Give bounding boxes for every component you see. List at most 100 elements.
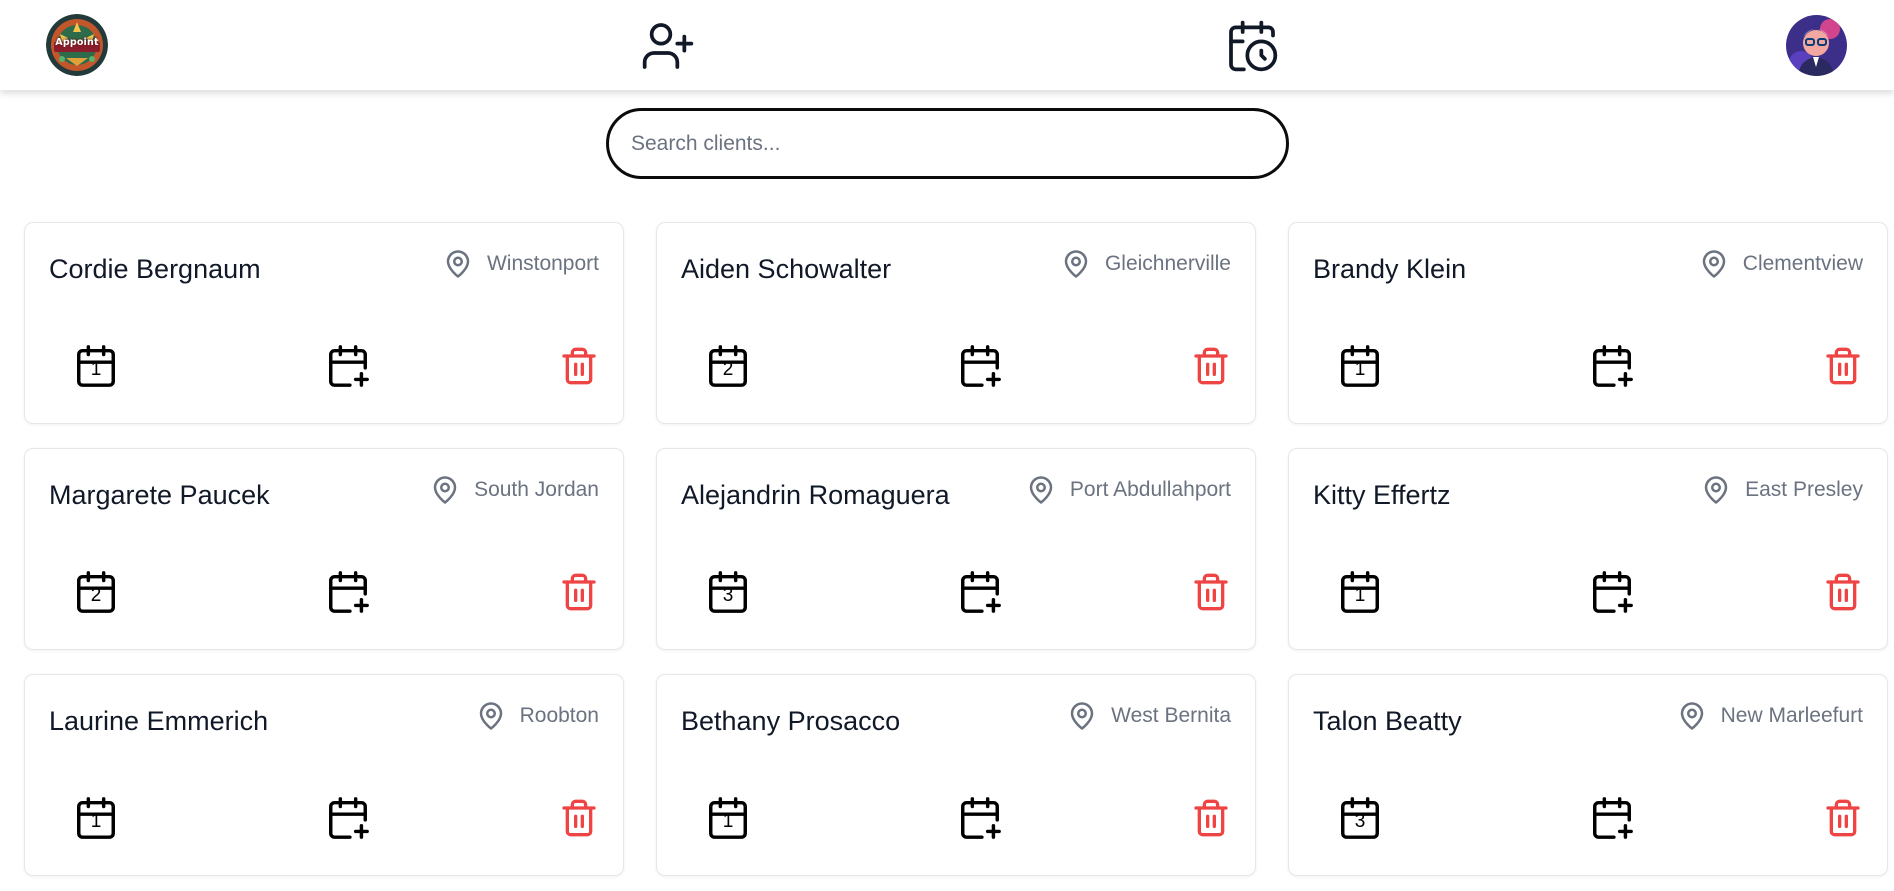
calendar-plus-icon <box>957 795 1003 841</box>
calendar-plus-icon <box>957 569 1003 615</box>
client-location: Winstonport <box>443 247 599 281</box>
map-pin-icon <box>1061 247 1091 281</box>
client-card[interactable]: Brandy Klein Clementview 1 <box>1288 222 1888 424</box>
add-appointment-button[interactable] <box>325 795 371 841</box>
appointment-count: 1 <box>1354 359 1366 380</box>
view-appointments-button[interactable]: 1 <box>1337 343 1383 389</box>
client-card[interactable]: Talon Beatty New Marleefurt 3 <box>1288 674 1888 876</box>
schedule-button[interactable] <box>1224 18 1280 74</box>
calendar-plus-icon <box>325 569 371 615</box>
client-location: Port Abdullahport <box>1026 473 1231 507</box>
client-card[interactable]: Bethany Prosacco West Bernita 1 <box>656 674 1256 876</box>
client-location: New Marleefurt <box>1677 699 1863 733</box>
client-city: East Presley <box>1745 478 1863 501</box>
client-card[interactable]: Cordie Bergnaum Winstonport 1 <box>24 222 624 424</box>
client-city: Clementview <box>1742 252 1863 275</box>
add-client-button[interactable] <box>640 18 696 74</box>
client-name: Alejandrin Romaguera <box>681 480 950 510</box>
add-appointment-button[interactable] <box>325 569 371 615</box>
trash-icon <box>1823 797 1863 839</box>
view-appointments-button[interactable]: 1 <box>1337 569 1383 615</box>
trash-icon <box>1823 345 1863 387</box>
calendar-plus-icon <box>957 343 1003 389</box>
view-appointments-button[interactable]: 2 <box>705 343 751 389</box>
client-location: Gleichnerville <box>1061 247 1231 281</box>
trash-icon <box>559 345 599 387</box>
trash-icon <box>1191 345 1231 387</box>
client-location: South Jordan <box>430 473 599 507</box>
delete-client-button[interactable] <box>559 797 599 839</box>
appointment-count: 3 <box>1354 811 1366 832</box>
client-city: South Jordan <box>474 478 599 501</box>
client-card[interactable]: Kitty Effertz East Presley 1 <box>1288 448 1888 650</box>
delete-client-button[interactable] <box>1191 571 1231 613</box>
client-card[interactable]: Aiden Schowalter Gleichnerville 2 <box>656 222 1256 424</box>
view-appointments-button[interactable]: 1 <box>73 343 119 389</box>
client-name: Bethany Prosacco <box>681 706 901 736</box>
client-city: Port Abdullahport <box>1069 478 1231 501</box>
client-card[interactable]: Laurine Emmerich Roobton 1 <box>24 674 624 876</box>
appointment-count: 2 <box>722 359 734 380</box>
delete-client-button[interactable] <box>1823 571 1863 613</box>
avatar-image <box>1786 15 1847 76</box>
client-card[interactable]: Margarete Paucek South Jordan 2 <box>24 448 624 650</box>
delete-client-button[interactable] <box>1823 797 1863 839</box>
client-name: Cordie Bergnaum <box>49 254 261 284</box>
client-location: West Bernita <box>1067 699 1231 733</box>
client-name: Kitty Effertz <box>1313 480 1451 510</box>
view-appointments-button[interactable]: 2 <box>73 569 119 615</box>
view-appointments-button[interactable]: 3 <box>1337 795 1383 841</box>
client-name: Margarete Paucek <box>49 480 270 510</box>
client-name: Talon Beatty <box>1313 706 1462 736</box>
client-card[interactable]: Alejandrin Romaguera Port Abdullahport 3 <box>656 448 1256 650</box>
client-city: Roobton <box>519 704 599 727</box>
logo-text: Appoint <box>55 37 99 48</box>
map-pin-icon <box>1067 699 1097 733</box>
delete-client-button[interactable] <box>1191 345 1231 387</box>
appointment-count: 1 <box>90 359 102 380</box>
client-location: Clementview <box>1699 247 1863 281</box>
calendar-plus-icon <box>325 343 371 389</box>
add-appointment-button[interactable] <box>957 795 1003 841</box>
user-avatar[interactable] <box>1786 15 1847 76</box>
add-appointment-button[interactable] <box>1589 795 1635 841</box>
map-pin-icon <box>443 247 473 281</box>
delete-client-button[interactable] <box>1191 797 1231 839</box>
view-appointments-button[interactable]: 1 <box>73 795 119 841</box>
trash-icon <box>1823 571 1863 613</box>
add-appointment-button[interactable] <box>957 569 1003 615</box>
calendar-plus-icon <box>1589 569 1635 615</box>
appointment-count: 3 <box>722 585 734 606</box>
user-plus-icon <box>642 23 694 69</box>
client-city: Winstonport <box>486 252 599 275</box>
calendar-clock-icon <box>1229 20 1278 72</box>
map-pin-icon <box>1701 473 1731 507</box>
trash-icon <box>559 797 599 839</box>
client-name: Laurine Emmerich <box>49 706 269 736</box>
delete-client-button[interactable] <box>1823 345 1863 387</box>
client-city: Gleichnerville <box>1104 252 1231 275</box>
appointment-count: 1 <box>1354 585 1366 606</box>
map-pin-icon <box>1026 473 1056 507</box>
client-name: Aiden Schowalter <box>681 254 892 284</box>
app-logo[interactable]: Appoint <box>46 14 108 76</box>
add-appointment-button[interactable] <box>957 343 1003 389</box>
appointment-count: 1 <box>722 811 734 832</box>
trash-icon <box>1191 797 1231 839</box>
client-city: West Bernita <box>1111 704 1231 727</box>
map-pin-icon <box>1699 247 1729 281</box>
client-location: Roobton <box>476 699 599 733</box>
add-appointment-button[interactable] <box>325 343 371 389</box>
delete-client-button[interactable] <box>559 345 599 387</box>
search-input[interactable] <box>606 108 1289 179</box>
search-bar <box>606 108 1289 179</box>
add-appointment-button[interactable] <box>1589 569 1635 615</box>
view-appointments-button[interactable]: 1 <box>705 795 751 841</box>
calendar-plus-icon <box>325 795 371 841</box>
delete-client-button[interactable] <box>559 571 599 613</box>
add-appointment-button[interactable] <box>1589 343 1635 389</box>
client-city: New Marleefurt <box>1720 704 1863 727</box>
view-appointments-button[interactable]: 3 <box>705 569 751 615</box>
trash-icon <box>1191 571 1231 613</box>
map-pin-icon <box>430 473 460 507</box>
